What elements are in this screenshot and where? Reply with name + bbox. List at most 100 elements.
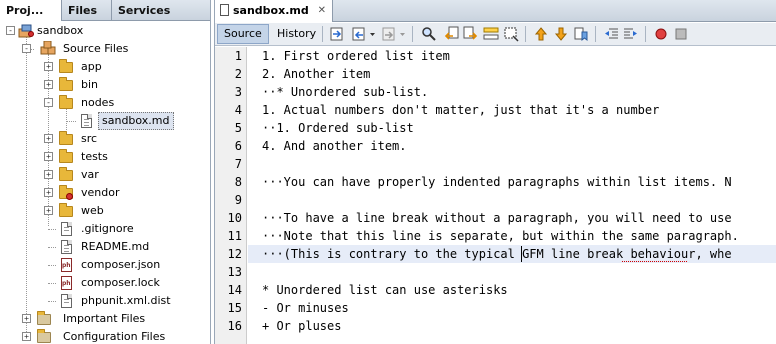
tree-node-folder-var[interactable]: + var xyxy=(44,166,204,184)
collapse-toggle[interactable]: - xyxy=(22,44,31,53)
expand-toggle[interactable]: + xyxy=(44,152,53,161)
expand-toggle[interactable]: + xyxy=(44,188,53,197)
code-line[interactable]: ··* Unordered sub-list. xyxy=(262,83,428,101)
tree-node-label: nodes xyxy=(81,96,115,109)
line-number: 15 xyxy=(227,301,242,315)
toolbar-separator xyxy=(412,26,413,42)
tree-node-file-sandbox-md[interactable]: sandbox.md xyxy=(66,112,206,130)
tree-node-folder-app[interactable]: + app xyxy=(44,58,204,76)
forward-icon[interactable] xyxy=(381,26,397,42)
expand-toggle[interactable]: + xyxy=(22,314,31,323)
shift-right-icon[interactable] xyxy=(623,26,639,42)
find-previous-icon[interactable] xyxy=(443,26,459,42)
tree-node-label: bin xyxy=(81,78,99,91)
tree-node-file-composer-json[interactable]: ph composer.json xyxy=(48,256,206,274)
code-line[interactable]: * Unordered list can use asterisks xyxy=(262,281,508,299)
find-next-icon[interactable] xyxy=(463,26,479,42)
tree-node-label: web xyxy=(81,204,104,217)
tree-node-label: src xyxy=(81,132,98,145)
tab-projects[interactable]: Proj... xyxy=(0,0,62,21)
expand-toggle[interactable]: + xyxy=(44,134,53,143)
tree-node-source-files[interactable]: - Source Files xyxy=(22,40,206,58)
close-icon[interactable]: ✕ xyxy=(318,0,326,22)
code-line[interactable]: 1. Actual numbers don't matter, just tha… xyxy=(262,101,659,119)
tree-node-file-composer-lock[interactable]: ph composer.lock xyxy=(48,274,206,292)
back-dropdown-icon[interactable] xyxy=(369,26,377,42)
code-line[interactable]: 1. First ordered list item xyxy=(262,47,450,65)
code-line[interactable]: 2. Another item xyxy=(262,65,370,83)
code-line[interactable]: ···Note that this line is separate, but … xyxy=(262,227,739,245)
code-line[interactable]: + Or pluses xyxy=(262,317,341,335)
code-line[interactable]: ···To have a line break without a paragr… xyxy=(262,209,732,227)
expand-toggle[interactable]: + xyxy=(22,332,31,341)
next-bookmark-icon[interactable] xyxy=(553,26,569,42)
expand-toggle[interactable]: + xyxy=(44,170,53,179)
tree-node-file-gitignore[interactable]: .gitignore xyxy=(48,220,206,238)
tree-node-folder-tests[interactable]: + tests xyxy=(44,148,204,166)
code-line[interactable]: 4. And another item. xyxy=(262,137,407,155)
expand-toggle[interactable]: + xyxy=(44,62,53,71)
expand-toggle[interactable]: + xyxy=(44,206,53,215)
history-button[interactable]: History xyxy=(271,24,322,44)
collapse-toggle[interactable]: - xyxy=(6,26,15,35)
code-line[interactable]: ···You can have properly indented paragr… xyxy=(262,173,732,191)
find-selection-icon[interactable] xyxy=(421,26,437,42)
folder-icon xyxy=(58,59,74,74)
editor-tabs: sandbox.md ✕ xyxy=(215,0,776,22)
start-macro-icon[interactable] xyxy=(653,26,669,42)
tree-node-file-readme[interactable]: README.md xyxy=(48,238,206,256)
line-number: 12 xyxy=(227,247,242,261)
panel-tabs: Proj... Files Services xyxy=(0,0,210,21)
tab-files[interactable]: Files xyxy=(62,0,112,21)
tree-guide xyxy=(48,301,56,302)
toolbar-separator xyxy=(595,26,596,42)
tree-node-file-phpunit[interactable]: phpunit.xml.dist xyxy=(48,292,206,310)
previous-bookmark-icon[interactable] xyxy=(533,26,549,42)
error-badge-icon xyxy=(66,193,73,200)
code-editor[interactable]: 1 2 3 4 5 6 7 8 9 10 11 12 13 14 15 16 1. First ordered… xyxy=(215,47,776,344)
back-icon[interactable] xyxy=(351,26,367,42)
tree-node-folder-vendor[interactable]: + vendor xyxy=(44,184,204,202)
expand-toggle[interactable]: + xyxy=(44,80,53,89)
tree-node-important-files[interactable]: + Important Files xyxy=(22,310,206,328)
text-caret xyxy=(521,246,523,262)
code-area[interactable]: 1. First ordered list item 2. Another ite… xyxy=(248,47,776,344)
tree-node-folder-nodes[interactable]: - nodes xyxy=(44,94,204,112)
tree-node-folder-web[interactable]: + web xyxy=(44,202,204,220)
line-number: 14 xyxy=(227,283,242,297)
php-file-icon: ph xyxy=(58,276,74,290)
folder-icon xyxy=(58,149,74,164)
line-number: 2 xyxy=(234,67,242,81)
php-file-icon: ph xyxy=(58,258,74,272)
tree-guide xyxy=(26,36,27,336)
folder-icon xyxy=(58,77,74,92)
toggle-highlight-icon[interactable] xyxy=(483,26,499,42)
tree-node-project[interactable]: - sandbox xyxy=(6,22,206,40)
toggle-rect-selection-icon[interactable] xyxy=(503,26,519,42)
tree-node-folder-src[interactable]: + src xyxy=(44,130,204,148)
toolbar-separator xyxy=(645,26,646,42)
shift-left-icon[interactable] xyxy=(603,26,619,42)
toolbar-separator xyxy=(525,26,526,42)
document-icon xyxy=(58,294,74,308)
line-number-gutter: 1 2 3 4 5 6 7 8 9 10 11 12 13 14 15 16 xyxy=(215,47,247,344)
editor-tab-sandbox-md[interactable]: sandbox.md ✕ xyxy=(215,0,333,22)
tree-node-folder-bin[interactable]: + bin xyxy=(44,76,204,94)
code-line[interactable]: ··1. Ordered sub-list xyxy=(262,119,414,137)
tree-node-configuration-files[interactable]: + Configuration Files xyxy=(22,328,206,344)
editor-toolbar: Source History xyxy=(215,23,776,46)
document-icon xyxy=(58,222,74,236)
last-edit-icon[interactable] xyxy=(329,26,345,42)
tree-node-label: sandbox.md xyxy=(98,112,174,130)
forward-dropdown-icon[interactable] xyxy=(399,26,407,42)
line-number: 6 xyxy=(234,139,242,153)
code-line[interactable]: - Or minuses xyxy=(262,299,349,317)
collapse-toggle[interactable]: - xyxy=(44,98,53,107)
folder-icon xyxy=(58,185,74,200)
source-button[interactable]: Source xyxy=(217,24,269,44)
tree-guide xyxy=(48,265,56,266)
spelling-error-underline xyxy=(622,259,687,262)
tab-services[interactable]: Services xyxy=(112,0,186,21)
stop-macro-icon[interactable] xyxy=(673,26,689,42)
toggle-bookmark-icon[interactable] xyxy=(573,26,589,42)
